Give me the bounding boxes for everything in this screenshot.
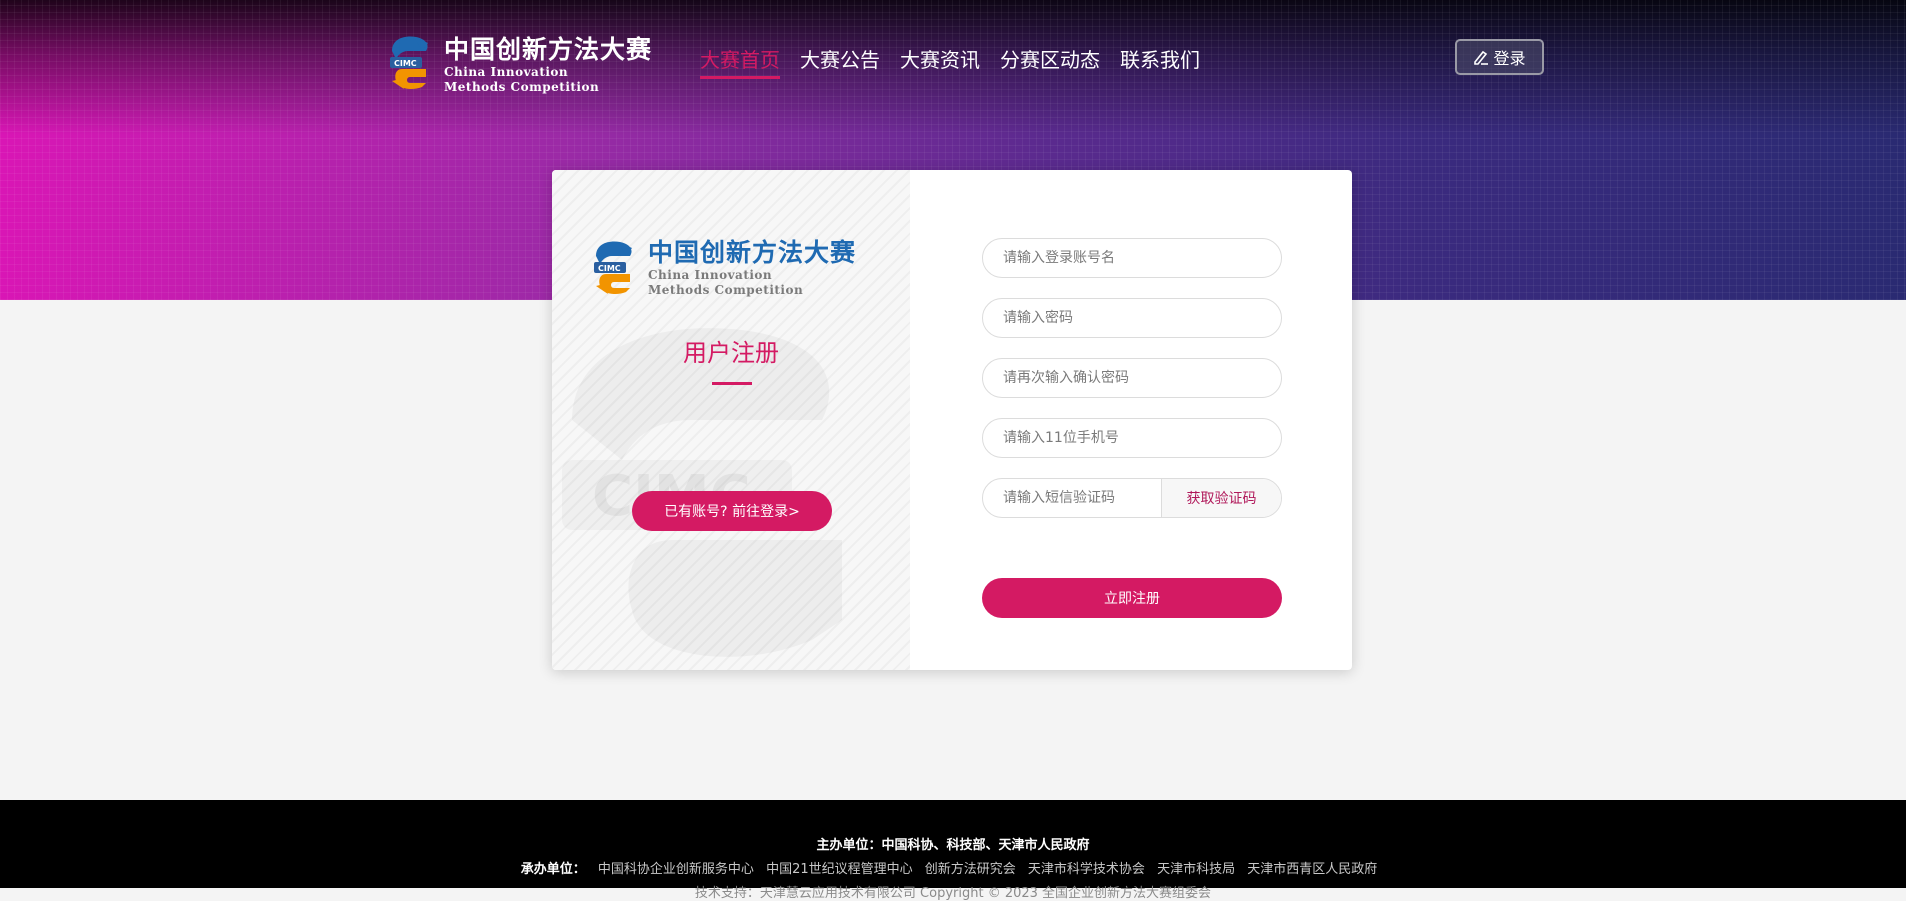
main-nav: 大赛首页 大赛公告 大赛资讯 分赛区动态 联系我们	[700, 44, 1220, 79]
nav-news[interactable]: 大赛资讯	[900, 44, 980, 79]
cimc-logo-icon: CIMC	[590, 238, 638, 298]
footer-organizer: 中国科协企业创新服务中心	[597, 862, 754, 877]
svg-text:CIMC: CIMC	[394, 59, 417, 68]
nav-home[interactable]: 大赛首页	[700, 44, 780, 79]
register-card: CIMC CIMC 中国创新方法大赛 China Innovation Meth…	[552, 170, 1352, 670]
register-title: 用户注册	[683, 339, 779, 367]
username-input[interactable]	[982, 238, 1282, 278]
header-login-button[interactable]: 登录	[1455, 39, 1544, 75]
register-submit-button[interactable]: 立即注册	[982, 578, 1282, 618]
footer-copyright: 技术支持：天津慧云应用技术有限公司 Copyright © 2023 全国企业创…	[694, 886, 1212, 901]
password-input[interactable]	[982, 298, 1282, 338]
get-sms-code-button[interactable]: 获取验证码	[1161, 479, 1281, 517]
header-login-label: 登录	[1493, 49, 1526, 68]
footer-sponsor: 主办单位：中国科协、科技部、天津市人民政府	[816, 838, 1090, 853]
sms-code-input[interactable]	[983, 479, 1161, 517]
site-logo-text: 中国创新方法大赛 China Innovation Methods Compet…	[444, 35, 652, 95]
site-footer: 主办单位：中国科协、科技部、天津市人民政府 承办单位： 中国科协企业创新服务中心…	[0, 800, 1906, 901]
card-logo-subtitle-2: Methods Competition	[648, 283, 804, 297]
site-logo-subtitle-2: Methods Competition	[444, 80, 600, 94]
cimc-logo-icon: CIMC	[386, 33, 434, 93]
nav-division-updates[interactable]: 分赛区动态	[1000, 44, 1100, 79]
pen-icon	[1474, 50, 1489, 65]
footer-organizer: 创新方法研究会	[924, 862, 1016, 877]
phone-input[interactable]	[982, 418, 1282, 458]
site-logo-subtitle-1: China Innovation	[444, 65, 569, 79]
footer-organizer: 天津市科学技术协会	[1027, 862, 1145, 877]
card-logo-subtitle-1: China Innovation	[648, 268, 773, 282]
nav-contact[interactable]: 联系我们	[1120, 44, 1200, 79]
card-logo-title: 中国创新方法大赛	[648, 238, 857, 267]
confirm-password-input[interactable]	[982, 358, 1282, 398]
svg-text:CIMC: CIMC	[598, 264, 621, 273]
nav-announcements[interactable]: 大赛公告	[800, 44, 880, 79]
footer-organizers: 承办单位： 中国科协企业创新服务中心 中国21世纪议程管理中心 创新方法研究会 …	[0, 858, 1906, 877]
sms-code-group: 获取验证码	[982, 478, 1282, 518]
footer-organizer: 中国21世纪议程管理中心	[766, 862, 913, 877]
register-card-left-panel: CIMC CIMC 中国创新方法大赛 China Innovation Meth…	[552, 170, 910, 670]
site-logo-title: 中国创新方法大赛	[444, 35, 653, 64]
register-title-underline	[712, 382, 752, 385]
card-logo-text: 中国创新方法大赛 China Innovation Methods Compet…	[648, 238, 856, 298]
goto-login-button[interactable]: 已有账号? 前往登录>	[632, 491, 832, 531]
site-logo[interactable]: CIMC 中国创新方法大赛 China Innovation Methods C…	[386, 33, 652, 95]
site-header: CIMC 中国创新方法大赛 China Innovation Methods C…	[0, 0, 1906, 110]
footer-organizer: 天津市西青区人民政府	[1247, 862, 1378, 877]
card-logo: CIMC 中国创新方法大赛 China Innovation Methods C…	[590, 238, 856, 298]
footer-organizer-label: 承办单位：	[520, 862, 586, 877]
footer-organizer: 天津市科技局	[1157, 862, 1236, 877]
